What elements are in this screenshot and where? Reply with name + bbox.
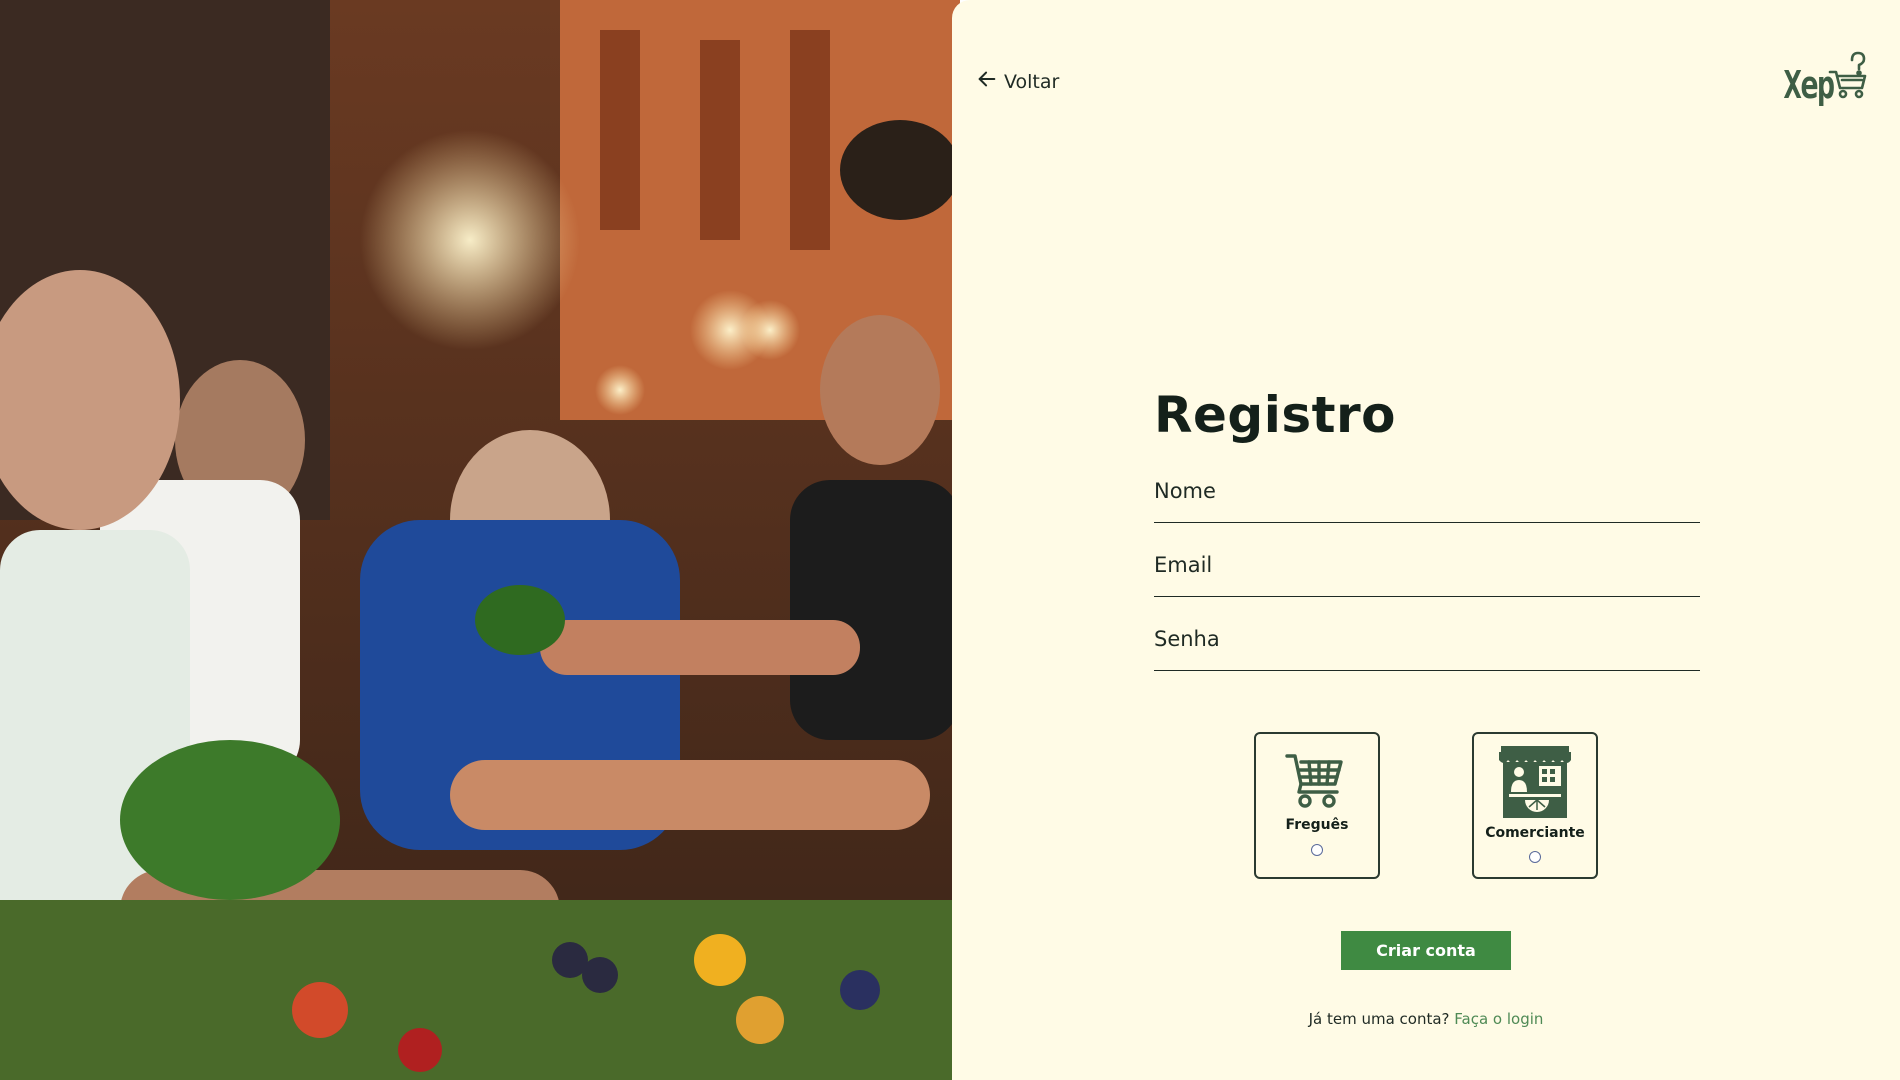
password-field-wrapper	[1154, 616, 1700, 671]
create-account-button[interactable]: Criar conta	[1341, 931, 1511, 970]
name-field-wrapper	[1154, 468, 1700, 523]
market-stall-icon	[1495, 744, 1575, 820]
role-option-merchant[interactable]: Comerciante	[1472, 732, 1598, 879]
password-input[interactable]	[1154, 616, 1700, 662]
shopping-cart-icon	[1285, 750, 1349, 810]
login-prompt: Já tem uma conta? Faça o login	[952, 1010, 1900, 1028]
back-label: Voltar	[1004, 70, 1060, 93]
name-input[interactable]	[1154, 468, 1700, 514]
email-input[interactable]	[1154, 542, 1700, 588]
brand-logo[interactable]: Xep	[1771, 50, 1868, 104]
role-radio-merchant[interactable]	[1529, 851, 1541, 863]
role-label-merchant: Comerciante	[1485, 825, 1585, 841]
page-title: Registro	[1154, 386, 1397, 444]
back-link[interactable]: Voltar	[976, 68, 1059, 95]
login-prompt-text: Já tem uma conta?	[1308, 1010, 1450, 1028]
market-photo	[0, 0, 960, 1080]
role-option-customer[interactable]: Freguês	[1254, 732, 1380, 879]
arrow-left-icon	[976, 68, 998, 95]
cart-logo-icon	[1828, 50, 1868, 104]
register-page: Voltar Xep Registro Nome Email Freguês C…	[0, 0, 1900, 1080]
email-field-wrapper	[1154, 542, 1700, 597]
role-radio-customer[interactable]	[1311, 844, 1323, 856]
login-link[interactable]: Faça o login	[1454, 1010, 1543, 1028]
register-panel: Voltar Xep Registro Nome Email Freguês C…	[952, 0, 1900, 1080]
logo-text: Xep	[1783, 63, 1836, 107]
role-label-customer: Freguês	[1285, 817, 1349, 833]
